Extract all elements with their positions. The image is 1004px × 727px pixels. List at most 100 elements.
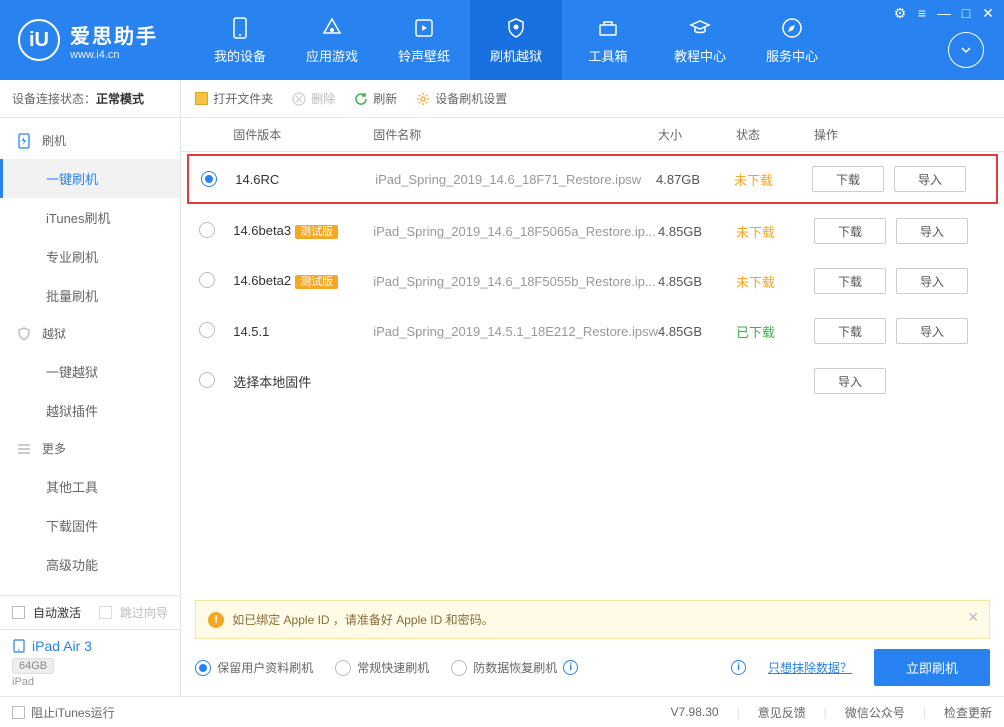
refresh-icon <box>353 91 368 106</box>
download-button[interactable]: 下载 <box>814 318 886 344</box>
download-button[interactable]: 下载 <box>812 166 884 192</box>
delete-button[interactable]: 删除 <box>291 90 335 107</box>
erase-link[interactable]: 只想抹除数据？ <box>768 659 852 676</box>
opt-normal-fast[interactable]: 常规快速刷机 <box>335 659 429 676</box>
test-badge: 测试版 <box>295 225 338 239</box>
sidebar-group[interactable]: 越狱 <box>0 315 180 352</box>
firmware-table: 14.6RC iPad_Spring_2019_14.6_18F71_Resto… <box>181 152 1004 600</box>
device-type: iPad <box>12 676 168 688</box>
col-status: 状态 <box>736 126 814 143</box>
radio-icon[interactable] <box>201 171 217 187</box>
radio-icon <box>451 660 467 676</box>
delete-icon <box>291 91 306 106</box>
folder-icon <box>195 92 208 105</box>
menu-icon[interactable]: ≡ <box>912 4 932 22</box>
nav-compass[interactable]: 服务中心 <box>746 0 838 80</box>
toolbar: 打开文件夹 删除 刷新 设备刷机设置 <box>181 80 1004 118</box>
table-header: 固件版本 固件名称 大小 状态 操作 <box>181 118 1004 152</box>
nav-toolbox[interactable]: 工具箱 <box>562 0 654 80</box>
sidebar-item[interactable]: 下载固件 <box>0 506 180 545</box>
import-button[interactable]: 导入 <box>896 218 968 244</box>
flash-now-button[interactable]: 立即刷机 <box>874 649 990 686</box>
import-button[interactable]: 导入 <box>814 368 886 394</box>
test-badge: 测试版 <box>295 275 338 289</box>
device-icon <box>12 639 26 653</box>
shield-icon <box>504 16 528 40</box>
minimize-icon[interactable]: — <box>934 4 954 22</box>
window-controls: ⚙ ≡ — □ ✕ <box>890 4 998 22</box>
import-button[interactable]: 导入 <box>896 318 968 344</box>
main-content: 打开文件夹 删除 刷新 设备刷机设置 固件版本 固件名称 大小 状态 操作 <box>181 80 1004 696</box>
refresh-button[interactable]: 刷新 <box>353 90 397 107</box>
radio-icon[interactable] <box>199 372 215 388</box>
dropdown-icon[interactable] <box>948 32 984 68</box>
nav-music[interactable]: 铃声壁纸 <box>378 0 470 80</box>
sidebar-item[interactable]: 越狱插件 <box>0 391 180 430</box>
sidebar-item[interactable]: 其他工具 <box>0 467 180 506</box>
col-size: 大小 <box>658 126 736 143</box>
nav-edu[interactable]: 教程中心 <box>654 0 746 80</box>
firmware-row[interactable]: 14.6beta3测试版 iPad_Spring_2019_14.6_18F50… <box>181 206 1004 256</box>
col-version: 固件版本 <box>233 126 373 143</box>
wechat-link[interactable]: 微信公众号 <box>845 704 905 721</box>
info-icon[interactable]: i <box>731 660 746 675</box>
settings-icon[interactable]: ⚙ <box>890 4 910 22</box>
import-button[interactable]: 导入 <box>894 166 966 192</box>
logo: iU 爱思助手 www.i4.cn <box>0 19 176 61</box>
open-folder-button[interactable]: 打开文件夹 <box>195 90 273 107</box>
sidebar-item[interactable]: 一键刷机 <box>0 159 180 198</box>
download-button[interactable]: 下载 <box>814 268 886 294</box>
compass-icon <box>780 16 804 40</box>
sidebar-item[interactable]: 高级功能 <box>0 545 180 584</box>
sidebar-list: 刷机一键刷机iTunes刷机专业刷机批量刷机越狱一键越狱越狱插件更多其他工具下载… <box>0 118 180 595</box>
music-icon <box>412 16 436 40</box>
radio-icon[interactable] <box>199 322 215 338</box>
sidebar: 设备连接状态：正常模式 刷机一键刷机iTunes刷机专业刷机批量刷机越狱一键越狱… <box>0 80 181 696</box>
radio-icon <box>335 660 351 676</box>
toolbox-icon <box>596 16 620 40</box>
import-button[interactable]: 导入 <box>896 268 968 294</box>
sidebar-item[interactable]: 批量刷机 <box>0 276 180 315</box>
feedback-link[interactable]: 意见反馈 <box>758 704 806 721</box>
firmware-row[interactable]: 选择本地固件 导入 <box>181 356 1004 406</box>
close-notice-icon[interactable]: ✕ <box>967 609 979 626</box>
sidebar-item[interactable]: 一键越狱 <box>0 352 180 391</box>
opt-anti-recover[interactable]: 防数据恢复刷机 i <box>451 659 578 676</box>
skip-guide-label: 跳过向导 <box>120 604 168 621</box>
radio-icon[interactable] <box>199 272 215 288</box>
logo-icon: iU <box>18 19 60 61</box>
connection-status: 设备连接状态：正常模式 <box>0 80 180 118</box>
update-link[interactable]: 检查更新 <box>944 704 992 721</box>
info-icon[interactable]: i <box>563 660 578 675</box>
main-nav: 我的设备应用游戏铃声壁纸刷机越狱工具箱教程中心服务中心 <box>194 0 838 80</box>
sidebar-group[interactable]: 更多 <box>0 430 180 467</box>
firmware-row[interactable]: 14.6RC iPad_Spring_2019_14.6_18F71_Resto… <box>187 154 998 204</box>
device-icon <box>228 16 252 40</box>
app-header: ⚙ ≡ — □ ✕ iU 爱思助手 www.i4.cn 我的设备应用游戏铃声壁纸… <box>0 0 1004 80</box>
storage-badge: 64GB <box>12 658 54 674</box>
col-ops: 操作 <box>814 126 986 143</box>
sidebar-group[interactable]: 刷机 <box>0 122 180 159</box>
maximize-icon[interactable]: □ <box>956 4 976 22</box>
sidebar-item[interactable]: 专业刷机 <box>0 237 180 276</box>
flash-blue-icon <box>16 133 32 149</box>
radio-icon <box>195 660 211 676</box>
nav-apps[interactable]: 应用游戏 <box>286 0 378 80</box>
nav-device[interactable]: 我的设备 <box>194 0 286 80</box>
block-itunes-checkbox[interactable] <box>12 706 25 719</box>
download-button[interactable]: 下载 <box>814 218 886 244</box>
firmware-row[interactable]: 14.5.1 iPad_Spring_2019_14.5.1_18E212_Re… <box>181 306 1004 356</box>
skip-guide-checkbox[interactable] <box>99 606 112 619</box>
settings-button[interactable]: 设备刷机设置 <box>415 90 507 107</box>
device-card[interactable]: iPad Air 3 64GB iPad <box>0 629 180 696</box>
menu-gray-icon <box>16 441 32 457</box>
sidebar-item[interactable]: iTunes刷机 <box>0 198 180 237</box>
warning-icon: ! <box>208 612 224 628</box>
nav-shield[interactable]: 刷机越狱 <box>470 0 562 80</box>
auto-activate-checkbox[interactable] <box>12 606 25 619</box>
radio-icon[interactable] <box>199 222 215 238</box>
firmware-row[interactable]: 14.6beta2测试版 iPad_Spring_2019_14.6_18F50… <box>181 256 1004 306</box>
opt-keep-data[interactable]: 保留用户资料刷机 <box>195 659 313 676</box>
close-icon[interactable]: ✕ <box>978 4 998 22</box>
shield-gray-icon <box>16 326 32 342</box>
